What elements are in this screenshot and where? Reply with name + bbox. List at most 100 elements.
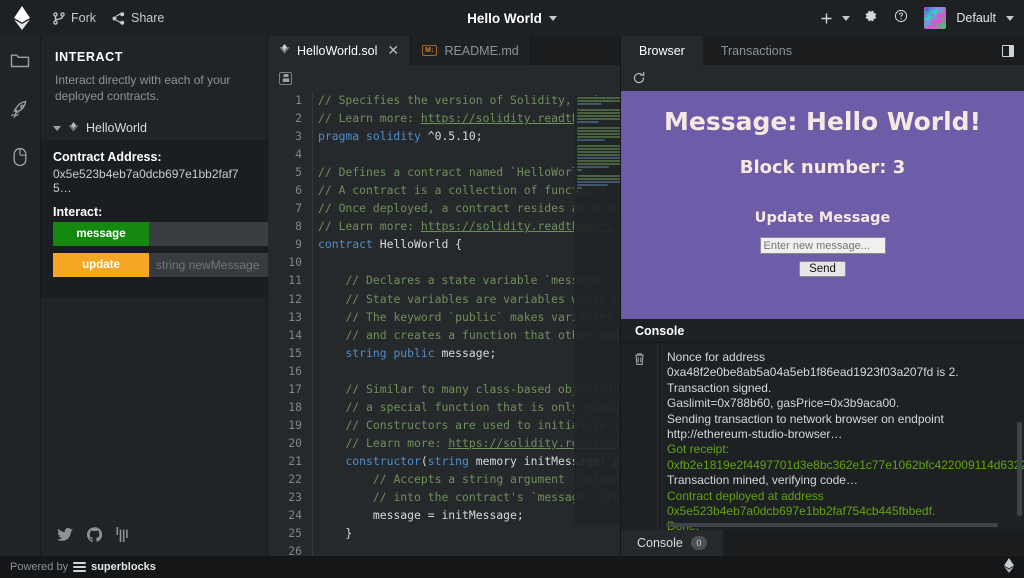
solidity-icon — [68, 121, 79, 135]
line-number: 17 — [288, 381, 302, 396]
line-number: 4 — [295, 147, 302, 162]
share-label: Share — [131, 11, 165, 25]
add-button[interactable] — [809, 5, 854, 31]
line-number: 18 — [288, 399, 302, 414]
code-line: 4 — [268, 145, 620, 164]
page-title: Hello World — [467, 10, 542, 26]
line-text: contract HelloWorld { — [312, 235, 620, 254]
account-label[interactable]: Default — [956, 11, 996, 25]
line-number: 1 — [295, 93, 302, 107]
ethereum-diamond-icon[interactable] — [1004, 558, 1014, 576]
line-text: // Learn more: https://solidity.readthed… — [312, 109, 620, 128]
contract-tree-item[interactable]: HelloWorld — [41, 116, 267, 140]
settings-button[interactable] — [858, 5, 884, 31]
message-button[interactable]: message — [53, 222, 149, 247]
tab-helloworld-sol[interactable]: HelloWorld.sol ✕ — [268, 36, 412, 65]
sidebar-title: INTERACT — [55, 50, 123, 64]
icon-rail — [0, 36, 41, 556]
console-h-scrollbar[interactable] — [666, 523, 998, 527]
top-bar: Fork Share Hello World Default — [0, 0, 1024, 36]
update-button[interactable]: update — [53, 253, 149, 278]
line-number: 20 — [288, 435, 302, 450]
share-icon — [112, 11, 125, 25]
code-line: 5 // Defines a contract named `HelloWorld… — [268, 163, 620, 182]
line-text — [312, 542, 620, 556]
sidebar-item-deploy[interactable] — [7, 98, 33, 124]
console-footer-label: Console — [637, 536, 683, 550]
interact-label: Interact: — [53, 205, 103, 220]
console-footer: Console 0 — [621, 530, 1024, 556]
line-text: // Accepts a string argument `initMe — [312, 469, 620, 489]
fork-button[interactable]: Fork — [44, 7, 104, 29]
browser-toolbar — [621, 65, 1024, 91]
gitter-icon[interactable] — [116, 527, 129, 542]
chevron-down-icon[interactable] — [1006, 15, 1014, 21]
dapp-send-button[interactable]: Send — [799, 261, 846, 277]
save-icon[interactable] — [279, 71, 292, 85]
line-text: // Specifies the version of Solidity, us… — [312, 91, 620, 110]
code-line: 8 // Learn more: https://solidity.readthe… — [268, 217, 620, 236]
code-line: 26 — [268, 542, 620, 556]
folder-icon — [10, 52, 30, 74]
share-button[interactable]: Share — [104, 7, 172, 29]
help-button[interactable] — [888, 5, 914, 31]
code-line: 17 // Similar to many class-based object… — [268, 379, 620, 398]
twitter-icon[interactable] — [57, 527, 73, 542]
code-line: 11 // Declares a state variable `message… — [268, 271, 620, 290]
code-line: 13 // The keyword `public` makes variabl… — [268, 307, 620, 326]
console-footer-tab[interactable]: Console 0 — [621, 530, 723, 556]
tab-readme-md[interactable]: M↓ README.md — [411, 36, 531, 65]
code-lines: 1 // Specifies the version of Solidity, u… — [268, 91, 620, 556]
panel-layout-button[interactable] — [1002, 36, 1024, 65]
code-line: 1 // Specifies the version of Solidity, u… — [268, 91, 620, 110]
line-text: // Constructors are used to initialize t — [312, 415, 620, 434]
refresh-icon[interactable] — [632, 71, 646, 85]
line-number: 22 — [288, 471, 302, 486]
contract-address-value: 0x5e523b4eb7a0dcb697e1bb2faf75… — [53, 167, 239, 196]
console-line: Gaslimit=0x788b60, gasPrice=0x3b9aca00. — [667, 396, 900, 411]
ethereum-diamond-icon[interactable] — [0, 6, 44, 30]
line-text: // Similar to many class-based object-or — [312, 379, 620, 398]
console-log[interactable]: Nonce for address 0xa48f2e0be8ab5a04a5eb1… — [657, 343, 1024, 530]
code-scroll[interactable]: 1 // Specifies the version of Solidity, u… — [268, 91, 620, 556]
tab-browser[interactable]: Browser — [621, 36, 703, 65]
code-line: 2 // Learn more: https://solidity.readthe… — [268, 109, 620, 128]
triangle-down-icon — [53, 125, 61, 131]
line-text: // Once deployed, a contract resides at … — [312, 199, 620, 218]
close-icon[interactable]: ✕ — [387, 42, 399, 59]
sidebar-item-explorer[interactable] — [7, 50, 33, 76]
line-text: constructor(string memory initMessage) p — [312, 451, 620, 470]
clear-console-button[interactable] — [621, 343, 657, 530]
right-panel: Browser Transactions Message: Hello Worl… — [620, 36, 1024, 556]
dapp-message-input[interactable] — [759, 237, 886, 254]
line-number: 7 — [295, 201, 302, 216]
top-bar-right: Default — [809, 5, 1024, 31]
project-title-button[interactable]: Hello World — [467, 11, 557, 26]
code-line: 15 string public message; — [268, 343, 620, 362]
console-line: Transaction mined, verifying code… — [667, 473, 858, 488]
trash-icon — [633, 352, 646, 530]
sidebar-spacer — [41, 298, 267, 517]
code-line: 16 — [268, 361, 620, 380]
contract-address-label: Contract Address: — [53, 150, 162, 165]
console-panel: Console Nonce for address 0xa48f2e0be8ab5… — [621, 319, 1024, 556]
avatar[interactable] — [924, 7, 947, 29]
line-number: 21 — [288, 453, 302, 468]
line-number: 24 — [288, 508, 302, 523]
console-v-scrollbar[interactable] — [1017, 421, 1022, 516]
line-number: 16 — [288, 363, 302, 378]
interact-row-update: update — [53, 253, 318, 278]
console-body: Nonce for address 0xa48f2e0be8ab5a04a5eb1… — [621, 343, 1024, 530]
line-number: 6 — [295, 183, 302, 198]
line-text: // Learn more: https://solidity.readthed — [312, 433, 620, 452]
code-line: 22 // Accepts a string argument `initMe — [268, 469, 620, 489]
code-viewport[interactable]: 1 // Specifies the version of Solidity, u… — [268, 91, 620, 556]
interact-row-message: message — [53, 222, 318, 247]
interact-sidebar: INTERACT Interact directly with each of … — [41, 36, 318, 556]
dapp-message-heading: Message: Hello World! — [664, 107, 981, 136]
console-line: Transaction signed. — [667, 380, 772, 395]
github-icon[interactable] — [87, 527, 102, 542]
tab-transactions[interactable]: Transactions — [703, 36, 810, 65]
sidebar-description: Interact directly with each of your depl… — [55, 73, 231, 104]
sidebar-item-interact[interactable] — [7, 146, 33, 172]
